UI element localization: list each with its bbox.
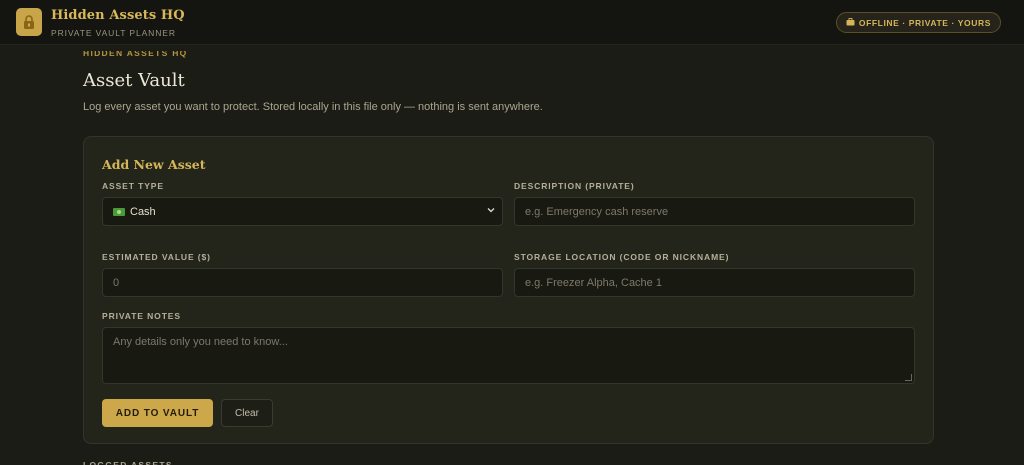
status-badge-text: OFFLINE · PRIVATE · YOURS: [858, 17, 991, 28]
briefcase-icon: [846, 17, 855, 28]
resize-handle-icon[interactable]: [905, 374, 912, 381]
estimated-value-input[interactable]: 0: [102, 268, 503, 297]
lock-icon: [16, 8, 42, 36]
add-to-vault-button[interactable]: ADD TO VAULT: [102, 399, 213, 427]
status-badge: OFFLINE · PRIVATE · YOURS: [835, 12, 1001, 33]
storage-location-label: STORAGE LOCATION (CODE OR NICKNAME): [514, 252, 730, 262]
brand-title: Hidden Assets HQ: [51, 8, 185, 23]
asset-type-label: ASSET TYPE: [102, 181, 164, 191]
page-description: Log every asset you want to protect. Sto…: [83, 101, 543, 113]
asset-type-select[interactable]: Cash: [102, 197, 503, 226]
storage-location-placeholder: e.g. Freezer Alpha, Cache 1: [525, 276, 662, 289]
top-bar: Hidden Assets HQ PRIVATE VAULT PLANNER O…: [0, 0, 1024, 45]
chevron-down-icon: [487, 206, 495, 214]
page-title: Asset Vault: [83, 70, 185, 91]
description-label: DESCRIPTION (PRIVATE): [514, 181, 635, 191]
page-eyebrow: HIDDEN ASSETS HQ: [83, 51, 188, 58]
brand-subtitle: PRIVATE VAULT PLANNER: [51, 28, 176, 38]
description-input[interactable]: e.g. Emergency cash reserve: [514, 197, 915, 226]
form-title: Add New Asset: [102, 157, 206, 172]
private-notes-placeholder: Any details only you need to know...: [113, 336, 288, 348]
money-icon: [113, 207, 125, 216]
private-notes-textarea[interactable]: Any details only you need to know...: [102, 327, 915, 384]
estimated-value-label: ESTIMATED VALUE ($): [102, 252, 211, 262]
add-asset-card: Add New Asset ASSET TYPE Cash DESCRIPTIO…: [83, 136, 934, 444]
storage-location-input[interactable]: e.g. Freezer Alpha, Cache 1: [514, 268, 915, 297]
asset-type-value: Cash: [130, 205, 156, 218]
private-notes-label: PRIVATE NOTES: [102, 311, 181, 321]
estimated-value-placeholder: 0: [113, 276, 120, 289]
description-placeholder: e.g. Emergency cash reserve: [525, 205, 669, 218]
clear-button[interactable]: Clear: [221, 399, 273, 427]
logged-assets-heading: LOGGED ASSETS: [83, 460, 173, 465]
